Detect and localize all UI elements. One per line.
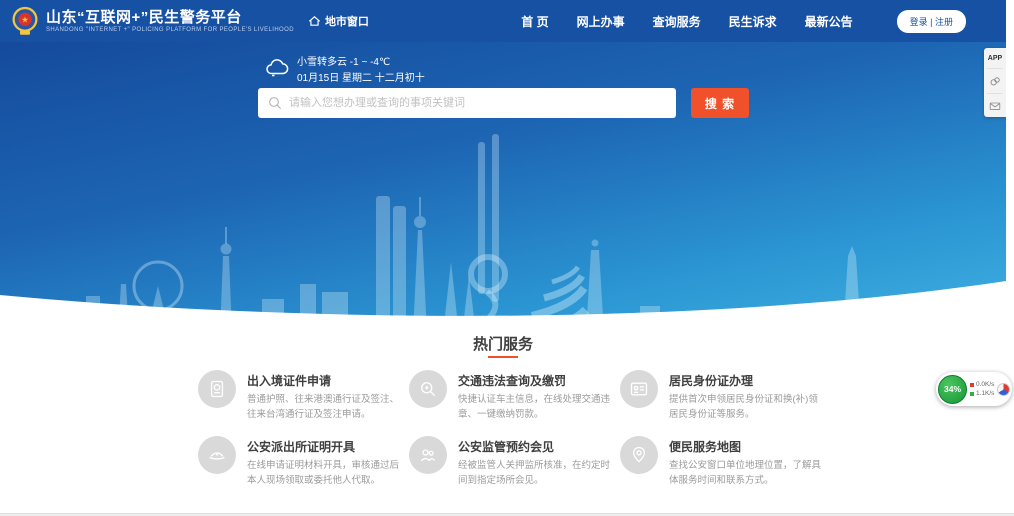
search-input[interactable] (258, 88, 676, 118)
main-nav: 首 页 网上办事 查询服务 民生诉求 最新公告 (521, 13, 852, 30)
qrcode-icon[interactable] (987, 68, 1003, 87)
svg-text:★: ★ (21, 14, 28, 24)
location-pin-icon (620, 436, 658, 474)
section-title-hot-services: 热门服务 (0, 333, 1006, 354)
service-card-police-certificate[interactable]: 公安派出所证明开具 在线申请证明材料开具，审核通过后本人现场领取或委托他人代取。 (198, 436, 409, 488)
mail-icon[interactable] (987, 93, 1003, 112)
service-card-text: 公安监管预约会见 经被监管人关押监所核准，在约定时间到指定场所会见。 (458, 436, 612, 488)
service-card-exit-entry[interactable]: 出入境证件申请 普通护照、往来港澳通行证及签注、往来台湾通行证及签注申请。 (198, 370, 409, 422)
service-card-text: 出入境证件申请 普通护照、往来港澳通行证及签注、往来台湾通行证及签注申请。 (247, 370, 401, 422)
service-title: 公安监管预约会见 (458, 438, 612, 455)
weather-widget: 小雪转多云 -1 ~ -4℃ 01月15日 星期二 十二月初十 (265, 55, 425, 86)
service-card-text: 居民身份证办理 提供首次申领居民身份证和换(补)领居民身份证等服务。 (669, 370, 823, 422)
weather-text: 小雪转多云 -1 ~ -4℃ 01月15日 星期二 十二月初十 (297, 55, 425, 86)
speed-stats: 0.0K/s 1.1K/s (970, 381, 994, 397)
home-icon (308, 15, 321, 27)
city-portal-link[interactable]: 地市窗口 (308, 13, 369, 29)
cloud-icon (265, 58, 289, 77)
service-card-traffic-violation[interactable]: 交通违法查询及缴罚 快捷认证车主信息，在线处理交通违章、一键缴纳罚款。 (409, 370, 620, 422)
brand[interactable]: ★ 山东“互联网+”民生警务平台 SHANDONG "INTERNET +" P… (10, 6, 294, 36)
service-desc: 查找公安窗口单位地理位置，了解具体服务时间和联系方式。 (669, 459, 823, 488)
page: ★ 山东“互联网+”民生警务平台 SHANDONG "INTERNET +" P… (0, 0, 1014, 516)
nav-query-services[interactable]: 查询服务 (653, 13, 701, 30)
brand-text: 山东“互联网+”民生警务平台 SHANDONG "INTERNET +" POL… (46, 9, 294, 33)
top-header: ★ 山东“互联网+”民生警务平台 SHANDONG "INTERNET +" P… (0, 0, 1006, 42)
id-card-icon (620, 370, 658, 408)
service-card-supervision-visit[interactable]: 公安监管预约会见 经被监管人关押监所核准，在约定时间到指定场所会见。 (409, 436, 620, 488)
site-subtitle: SHANDONG "INTERNET +" POLICING PLATFORM … (46, 27, 294, 33)
download-speed-row: 0.0K/s (970, 381, 994, 388)
search-button[interactable]: 搜 索 (691, 88, 749, 118)
magnifier-icon (409, 370, 447, 408)
service-title: 公安派出所证明开具 (247, 438, 401, 455)
service-title: 出入境证件申请 (247, 372, 401, 389)
service-title: 交通违法查询及缴罚 (458, 372, 612, 389)
passport-icon (198, 370, 236, 408)
site-title: 山东“互联网+”民生警务平台 (46, 9, 294, 26)
service-desc: 快捷认证车主信息，在线处理交通违章、一键缴纳罚款。 (458, 393, 612, 422)
service-desc: 经被监管人关押监所核准，在约定时间到指定场所会见。 (458, 459, 612, 488)
login-register-button[interactable]: 登录 | 注册 (897, 10, 966, 33)
service-card-text: 公安派出所证明开具 在线申请证明材料开具，审核通过后本人现场领取或委托他人代取。 (247, 436, 401, 488)
service-card-text: 交通违法查询及缴罚 快捷认证车主信息，在线处理交通违章、一键缴纳罚款。 (458, 370, 612, 422)
service-title: 居民身份证办理 (669, 372, 823, 389)
hero-banner: 小雪转多云 -1 ~ -4℃ 01月15日 星期二 十二月初十 搜 索 APP (0, 42, 1006, 334)
city-portal-label: 地市窗口 (325, 13, 369, 29)
police-badge-icon: ★ (10, 6, 40, 36)
app-download-label[interactable]: APP (988, 55, 1002, 62)
services-grid: 出入境证件申请 普通护照、往来港澳通行证及签注、往来台湾通行证及签注申请。 交通… (198, 370, 850, 489)
speed-monitor-widget[interactable]: 34% 0.0K/s 1.1K/s (936, 372, 1012, 406)
title-underline (488, 356, 518, 358)
search-bar: 搜 索 (258, 88, 749, 118)
service-desc: 普通护照、往来港澳通行证及签注、往来台湾通行证及签注申请。 (247, 393, 401, 422)
search-icon (267, 95, 283, 111)
upload-speed-row: 1.1K/s (970, 390, 994, 397)
nav-home[interactable]: 首 页 (521, 13, 548, 30)
service-desc: 提供首次申领居民身份证和换(补)领居民身份证等服务。 (669, 393, 823, 422)
service-card-id-card[interactable]: 居民身份证办理 提供首次申领居民身份证和换(补)领居民身份证等服务。 (620, 370, 850, 422)
people-icon (409, 436, 447, 474)
download-indicator-icon (970, 383, 974, 387)
white-curve-divider (0, 273, 1006, 334)
browser-logo-icon (997, 383, 1010, 396)
side-quick-panel: APP (984, 48, 1006, 117)
service-card-text: 便民服务地图 查找公安窗口单位地理位置，了解具体服务时间和联系方式。 (669, 436, 823, 488)
weather-condition: 小雪转多云 -1 ~ -4℃ (297, 55, 425, 71)
nav-announcements[interactable]: 最新公告 (805, 13, 853, 30)
nav-livelihood-appeals[interactable]: 民生诉求 (729, 13, 777, 30)
service-title: 便民服务地图 (669, 438, 823, 455)
nav-online-services[interactable]: 网上办事 (577, 13, 625, 30)
search-box (258, 88, 676, 118)
upload-indicator-icon (970, 392, 974, 396)
police-hat-icon (198, 436, 236, 474)
service-card-service-map[interactable]: 便民服务地图 查找公安窗口单位地理位置，了解具体服务时间和联系方式。 (620, 436, 850, 488)
download-speed-value: 0.0K/s (976, 381, 994, 388)
weather-date: 01月15日 星期二 十二月初十 (297, 71, 425, 87)
service-desc: 在线申请证明材料开具，审核通过后本人现场领取或委托他人代取。 (247, 459, 401, 488)
upload-speed-value: 1.1K/s (976, 390, 994, 397)
speed-percent-badge: 34% (938, 375, 967, 404)
